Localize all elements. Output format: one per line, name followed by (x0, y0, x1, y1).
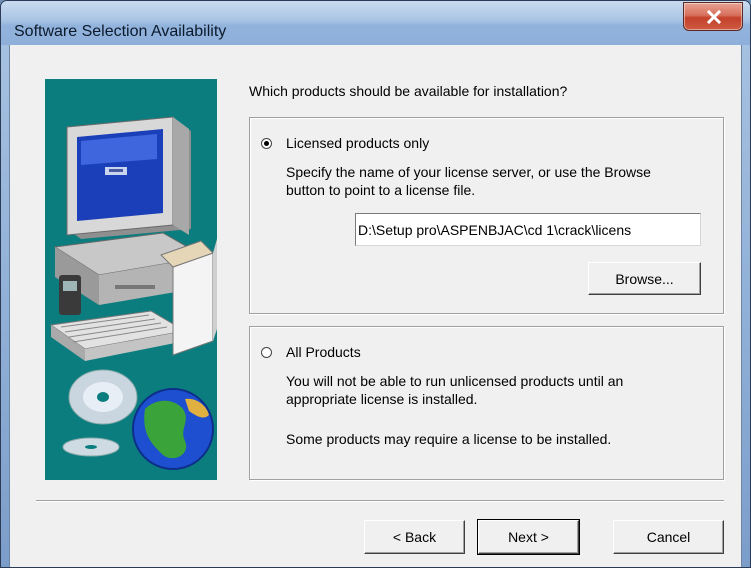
computer-cd-globe-illustration (45, 79, 217, 480)
licensed-products-radio[interactable] (261, 138, 272, 149)
question-text: Which products should be available for i… (249, 83, 568, 99)
button-divider (36, 500, 724, 502)
window-title: Software Selection Availability (14, 23, 227, 40)
all-products-radio[interactable] (261, 347, 272, 358)
all-products-group: All Products You will not be able to run… (249, 326, 724, 480)
dialog-window: Software Selection Availability Which pr… (0, 0, 751, 568)
cancel-button[interactable]: Cancel (613, 520, 724, 554)
all-products-label[interactable]: All Products (286, 343, 361, 361)
license-server-description-line1: Specify the name of your license server,… (286, 164, 651, 180)
close-icon (707, 10, 721, 24)
back-button[interactable]: < Back (364, 520, 465, 554)
close-button[interactable] (683, 2, 743, 31)
licensed-products-group: Licensed products only Specify the name … (249, 117, 724, 314)
title-bar[interactable]: Software Selection Availability (1, 1, 750, 45)
unlicensed-warning-line2: appropriate license is installed. (286, 391, 478, 407)
dialog-client-area: Which products should be available for i… (9, 45, 742, 567)
next-button[interactable]: Next > (477, 519, 580, 555)
unlicensed-warning-line1: You will not be able to run unlicensed p… (286, 373, 624, 389)
license-required-note: Some products may require a license to b… (286, 431, 612, 447)
license-server-description-line2: button to point to a license file. (286, 182, 476, 198)
browse-button[interactable]: Browse... (588, 262, 701, 295)
license-path-input[interactable] (355, 213, 701, 246)
licensed-products-label[interactable]: Licensed products only (286, 134, 429, 152)
